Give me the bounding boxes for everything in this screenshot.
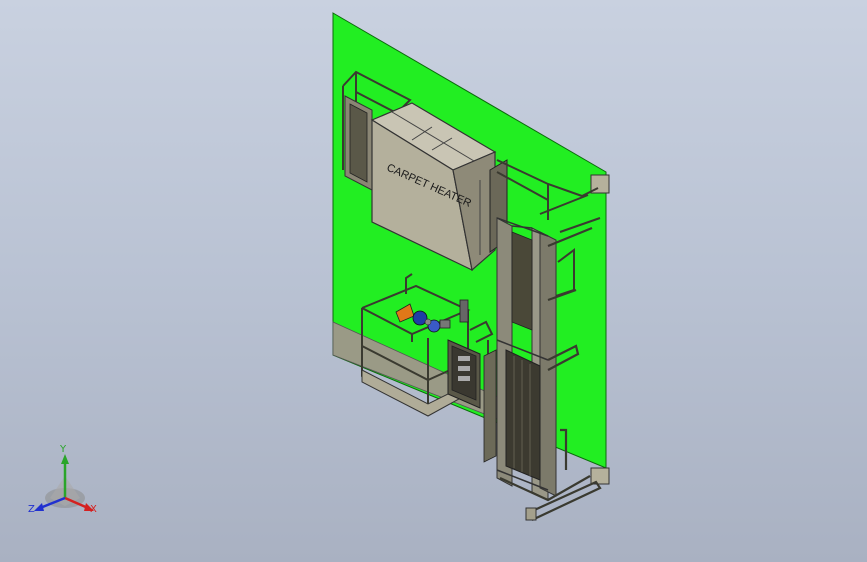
- mast-lower-door[interactable]: [505, 349, 541, 481]
- cad-model-svg[interactable]: CARPET HEATER: [0, 0, 867, 562]
- wall-bracket-bottom[interactable]: [590, 467, 610, 485]
- triad-x-label: X: [90, 504, 97, 515]
- bottom-foot-plate[interactable]: [525, 507, 537, 521]
- lower-right-panel[interactable]: [483, 349, 497, 463]
- orientation-triad: Y X Z: [22, 444, 108, 524]
- triad-y-label: Y: [60, 444, 67, 455]
- triad-z-label: Z: [28, 504, 35, 515]
- mast-upper-panel[interactable]: [511, 231, 533, 331]
- cad-graphics-viewport[interactable]: CARPET HEATER Y X Z: [0, 0, 867, 562]
